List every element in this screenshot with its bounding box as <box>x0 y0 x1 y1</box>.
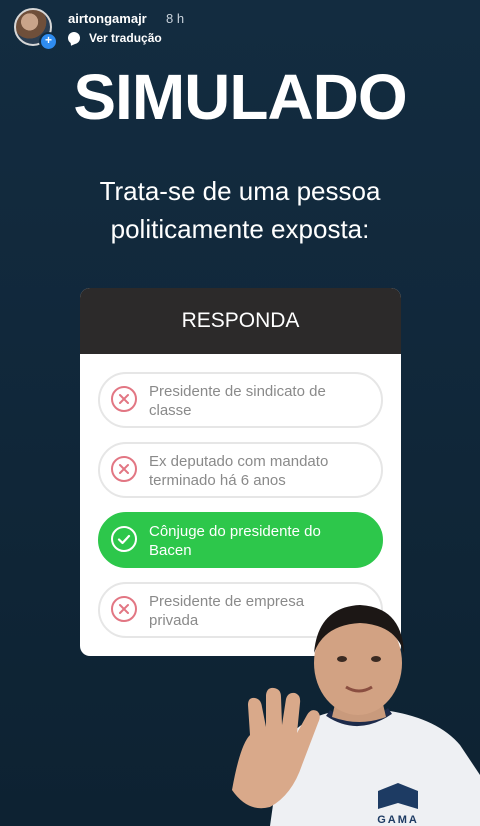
option-line-2: classe <box>149 402 192 419</box>
option-line-1: Cônjuge do presidente do <box>149 523 321 540</box>
option-line-2: terminado há 6 anos <box>149 472 286 489</box>
option-line-1: Presidente de sindicato de <box>149 383 326 400</box>
quiz-option-correct[interactable]: Cônjuge do presidente do Bacen <box>98 512 383 568</box>
option-text: Presidente de sindicato de classe <box>149 382 375 420</box>
x-circle-icon <box>111 386 137 412</box>
translate-button[interactable]: Ver tradução <box>68 30 162 46</box>
question-line-1: Trata-se de uma pessoa <box>99 176 381 206</box>
quiz-option[interactable]: Ex deputado com mandato terminado há 6 a… <box>98 442 383 498</box>
option-line-2: Bacen <box>149 542 192 559</box>
speech-bubble-icon <box>68 32 80 44</box>
question-line-2: politicamente exposta: <box>110 214 370 244</box>
presenter-video: GAMA <box>232 605 480 826</box>
translate-label: Ver tradução <box>89 31 162 45</box>
quiz-option[interactable]: Presidente de sindicato de classe <box>98 372 383 428</box>
question-text: Trata-se de uma pessoa politicamente exp… <box>60 172 420 248</box>
page-title: SIMULADO <box>73 61 407 133</box>
add-story-icon[interactable]: + <box>39 32 58 51</box>
x-circle-icon <box>111 456 137 482</box>
story-time: 8 h <box>166 11 185 26</box>
option-line-1: Ex deputado com mandato <box>149 453 329 470</box>
option-text: Ex deputado com mandato terminado há 6 a… <box>149 452 375 490</box>
username[interactable]: airtongamajr <box>68 11 147 26</box>
x-circle-icon <box>111 596 137 622</box>
option-text: Cônjuge do presidente do Bacen <box>149 522 375 560</box>
quiz-header: RESPONDA <box>80 288 401 354</box>
quiz-header-label: RESPONDA <box>181 309 300 332</box>
check-circle-icon <box>111 526 137 552</box>
story-header: + airtongamajr 8 h Ver tradução <box>14 8 466 52</box>
shirt-logo-text: GAMA <box>377 814 419 826</box>
